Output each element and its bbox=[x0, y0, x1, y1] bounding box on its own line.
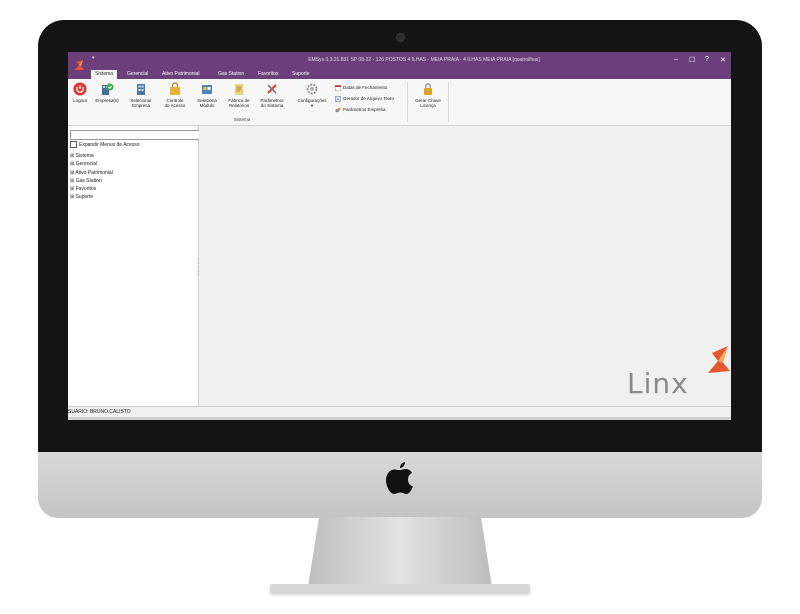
help-button[interactable]: ? bbox=[705, 56, 709, 63]
monitor-stand-foot bbox=[270, 584, 530, 592]
tab-sistema[interactable]: Sistema bbox=[91, 70, 118, 79]
gear-icon bbox=[306, 83, 318, 95]
tree-item-ativo-patrimonial[interactable]: ⊞ Ativo Patrimonial bbox=[70, 169, 113, 177]
apple-logo-icon bbox=[386, 462, 413, 494]
svg-text:A: A bbox=[336, 97, 339, 102]
fabrica-relatorios-button[interactable]: Fábrica de Relatórios bbox=[225, 82, 253, 108]
left-navigation-panel: Expandir Menus de Acesso ⊞ Sistema ⊞ Ger… bbox=[68, 126, 200, 406]
tree-item-label: Gas Station bbox=[75, 177, 102, 184]
access-menu-tree: ⊞ Sistema ⊞ Gerencial ⊞ Ativo Patrimonia… bbox=[70, 152, 113, 202]
logout-button[interactable]: Logout bbox=[70, 82, 90, 103]
tree-item-label: Favoritos bbox=[75, 186, 97, 193]
tree-item-sistema[interactable]: ⊞ Sistema bbox=[70, 152, 113, 160]
tab-favoritos[interactable]: Favoritos bbox=[258, 70, 279, 79]
linx-logo-text: Linx bbox=[627, 367, 689, 400]
maximize-button[interactable]: ☐ bbox=[689, 56, 695, 64]
tree-item-gas-station[interactable]: ⊞ Gas Station bbox=[70, 177, 113, 185]
tab-suporte[interactable]: Suporte bbox=[292, 70, 310, 79]
monitor-stand-neck bbox=[308, 517, 492, 587]
minimize-button[interactable]: – bbox=[674, 56, 678, 63]
tree-item-suporte[interactable]: ⊞ Suporte bbox=[70, 193, 113, 201]
text-file-icon: A bbox=[335, 96, 341, 102]
gerador-arquivo-texto-button[interactable]: A Gerador de Arquivo Texto bbox=[335, 96, 394, 102]
tree-item-gerencial[interactable]: ⊞ Gerencial bbox=[70, 160, 113, 168]
menu-search-input[interactable] bbox=[70, 130, 200, 140]
tree-item-label: Ativo Patrimonial bbox=[75, 169, 113, 176]
selecionar-label-2: Empresa bbox=[131, 103, 150, 108]
main-workspace bbox=[199, 126, 731, 406]
gears-icon bbox=[335, 107, 341, 113]
empresas-label: Empresa(s) bbox=[95, 98, 119, 103]
building-icon bbox=[137, 84, 145, 95]
logout-label: Logout bbox=[73, 98, 87, 103]
tree-item-label: Sistema bbox=[75, 153, 94, 159]
title-bar: ▾ EMSys 3.3.21.831 SP 08-22 - 126 POSTOS… bbox=[68, 52, 731, 79]
camera bbox=[396, 33, 405, 42]
parametros-label-2: do Sistema bbox=[260, 103, 284, 108]
taskbar-strip bbox=[68, 417, 731, 420]
gerador-arquivo-label: Gerador de Arquivo Texto bbox=[343, 96, 394, 102]
fabrica-label-2: Relatórios bbox=[228, 103, 250, 108]
status-user: SUÁRIO: BRUNO.CALISTO bbox=[68, 409, 131, 415]
tab-ativo-patrimonial[interactable]: Ativo Patrimonial bbox=[162, 70, 200, 79]
expand-menus-label: Expandir Menus de Acesso bbox=[79, 141, 140, 148]
close-button[interactable]: ✕ bbox=[720, 56, 726, 64]
datas-fechamento-label: Datas de Fechamento bbox=[343, 85, 388, 91]
tree-item-label: Suporte bbox=[75, 194, 94, 201]
window-title: EMSys 3.3.21.831 SP 08-22 - 126 POSTOS 4… bbox=[308, 57, 540, 63]
configuracoes-dropdown-arrow: ▾ bbox=[310, 103, 314, 108]
seleciona-label-2: Módulo bbox=[199, 103, 215, 108]
power-icon bbox=[73, 82, 87, 96]
company-icon bbox=[102, 83, 114, 95]
parametros-sistema-button[interactable]: Parâmetros do Sistema bbox=[257, 82, 287, 108]
controle-label-2: de Acesso bbox=[164, 103, 186, 108]
expand-menus-checkbox[interactable]: Expandir Menus de Acesso bbox=[70, 141, 140, 148]
gerar-chave-licenca-button[interactable]: Gerar Chave Licença bbox=[411, 82, 445, 108]
gerar-chave-label-2: Licença bbox=[420, 103, 436, 108]
padlock-icon bbox=[424, 83, 432, 95]
quick-access-dropdown[interactable]: ▾ bbox=[92, 55, 95, 61]
tab-gerencial[interactable]: Gerencial bbox=[127, 70, 148, 79]
tools-icon bbox=[267, 84, 277, 94]
tree-item-favoritos[interactable]: ⊞ Favoritos bbox=[70, 185, 113, 193]
tree-item-label: Gerencial bbox=[75, 161, 97, 168]
empresas-button[interactable]: Empresa(s) bbox=[94, 82, 120, 103]
report-icon bbox=[235, 84, 243, 95]
seleciona-modulo-button[interactable]: Seleciona Módulo bbox=[194, 82, 220, 108]
selecionar-empresa-button[interactable]: Selecionar Empresa bbox=[127, 82, 155, 108]
linx-app-icon[interactable] bbox=[73, 58, 85, 72]
parametros-empresa-button[interactable]: Parâmetros Empresa bbox=[335, 107, 386, 113]
linx-logo-mark bbox=[708, 346, 730, 373]
lock-folder-icon bbox=[170, 82, 180, 95]
tab-gas-station[interactable]: Gas Station bbox=[218, 70, 244, 79]
ribbon-separator bbox=[407, 82, 408, 122]
group-label-sistema: Sistema bbox=[234, 117, 251, 122]
module-icon bbox=[202, 85, 212, 94]
parametros-empresa-label: Parâmetros Empresa bbox=[343, 107, 386, 113]
ribbon-separator-2 bbox=[448, 82, 449, 122]
controle-acesso-button[interactable]: Controle de Acesso bbox=[161, 82, 189, 108]
status-bar: SUÁRIO: BRUNO.CALISTO bbox=[68, 406, 731, 417]
checkbox-box[interactable] bbox=[70, 141, 77, 148]
app-window: ▾ EMSys 3.3.21.831 SP 08-22 - 126 POSTOS… bbox=[68, 52, 731, 420]
calendar-icon bbox=[335, 85, 341, 91]
configuracoes-button[interactable]: Configurações ▾ bbox=[294, 82, 330, 108]
datas-fechamento-button[interactable]: Datas de Fechamento bbox=[335, 85, 387, 91]
ribbon: Logout Empresa(s) Selecionar Empresa Con… bbox=[68, 79, 731, 126]
